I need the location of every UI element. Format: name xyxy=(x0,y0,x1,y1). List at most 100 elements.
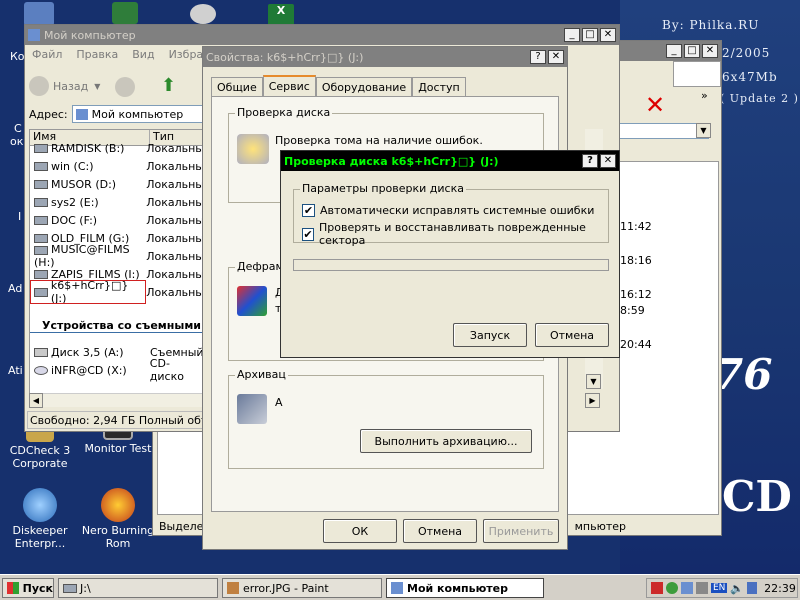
option-fix-errors[interactable]: ✔ Автоматически исправлять системные оши… xyxy=(302,204,594,217)
tray-network-icon[interactable] xyxy=(651,582,663,594)
task-paint[interactable]: error.JPG - Paint xyxy=(222,578,382,598)
close-button[interactable]: ✕ xyxy=(548,50,564,64)
desktop-fragment: С xyxy=(14,122,22,135)
desktop-icon-label: Nero Burning Rom xyxy=(81,524,155,550)
close-button[interactable]: ✕ xyxy=(600,154,616,168)
close-button[interactable]: ✕ xyxy=(702,44,718,58)
my-computer-titlebar[interactable]: Мой компьютер _ □ ✕ xyxy=(25,25,619,45)
desktop-icon-partial[interactable] xyxy=(190,4,216,24)
check-disk-titlebar[interactable]: Проверка диска k6$+hCrr}□} (J:) ? ✕ xyxy=(281,151,619,171)
delete-icon[interactable]: ✕ xyxy=(645,91,665,119)
drive-row[interactable]: MUSOR (D:) Локальны xyxy=(30,175,204,193)
cancel-button[interactable]: Отмена xyxy=(403,519,477,543)
address-field[interactable]: Мой компьютер xyxy=(71,105,204,123)
menu-edit[interactable]: Правка xyxy=(69,48,125,61)
hard-drive-icon xyxy=(34,198,48,207)
minimize-button[interactable]: _ xyxy=(564,28,580,42)
start-label: Пуск xyxy=(22,581,53,595)
hard-drive-icon xyxy=(34,234,48,243)
forward-button[interactable] xyxy=(115,77,135,97)
drive-row[interactable]: iNFR@CD (X:) CD-диско xyxy=(30,357,204,383)
start-button[interactable]: Запуск xyxy=(453,323,527,347)
language-indicator[interactable]: EN xyxy=(711,583,728,593)
menu-view[interactable]: Вид xyxy=(125,48,161,61)
checkbox-recover-sectors[interactable]: ✔ xyxy=(302,227,315,241)
checkbox-fix-errors[interactable]: ✔ xyxy=(302,204,315,217)
excel-icon[interactable]: X xyxy=(268,4,294,26)
backup-button[interactable]: Выполнить архивацию... xyxy=(360,429,532,453)
drive-type: CD-диско xyxy=(149,357,184,383)
task-my-computer[interactable]: Мой компьютер xyxy=(386,578,544,598)
group-header-removable: Устройства со съемными но xyxy=(30,301,204,333)
computer-icon xyxy=(28,29,40,41)
horizontal-scrollbar[interactable]: ◀ xyxy=(29,393,205,408)
close-button[interactable]: ✕ xyxy=(600,28,616,42)
properties-titlebar[interactable]: Свойства: k6$+hCrr}□} (J:) ? ✕ xyxy=(203,47,567,67)
drive-row[interactable]: win (C:) Локальны xyxy=(30,157,204,175)
tab-sharing[interactable]: Доступ xyxy=(412,77,466,97)
drive-row-selected[interactable]: k6$+hCrr}□} (J:) Локальны xyxy=(30,279,204,305)
file-time: 20:44 xyxy=(620,338,652,351)
window-title: Мой компьютер xyxy=(44,28,136,42)
cancel-button[interactable]: Отмена xyxy=(535,323,609,347)
option-recover-sectors[interactable]: ✔ Проверять и восстанавливать поврежденн… xyxy=(302,221,608,247)
volume-icon[interactable]: 🔈 xyxy=(730,582,744,595)
help-button[interactable]: ? xyxy=(582,154,598,168)
status-bar: Свободно: 2,94 ГБ Полный объем: xyxy=(27,411,203,429)
desktop-icon-partial[interactable] xyxy=(24,2,54,26)
tray-app-icon[interactable] xyxy=(681,582,693,594)
tray-app-icon[interactable] xyxy=(747,582,758,594)
chevron-down-icon[interactable]: ▼ xyxy=(696,123,711,138)
minimize-button[interactable]: _ xyxy=(666,44,682,58)
tab-service[interactable]: Сервис xyxy=(262,75,316,97)
file-time: 18:16 xyxy=(620,254,652,267)
start-button[interactable]: Пуск xyxy=(2,578,54,598)
wallpaper-numeral: 76 xyxy=(714,350,773,399)
toolbar-more-icon[interactable]: » xyxy=(701,89,708,102)
drive-row[interactable]: sys2 (E:) Локальны xyxy=(30,193,204,211)
task-drive-j[interactable]: J:\ xyxy=(58,578,218,598)
wallpaper-update: ( Update 2 ) xyxy=(720,92,799,105)
apply-button[interactable]: Применить xyxy=(483,519,559,543)
group-label: Архивац xyxy=(235,368,288,381)
desktop-fragment: ок xyxy=(10,135,24,148)
ok-button[interactable]: ОК xyxy=(323,519,397,543)
drive-row[interactable]: MUSIC@FILMS (H:) Локальны xyxy=(30,243,204,269)
help-button[interactable]: ? xyxy=(530,50,546,64)
scroll-down-button[interactable]: ▼ xyxy=(586,374,601,389)
drive-name: iNFR@CD (X:) xyxy=(51,363,127,377)
tab-general[interactable]: Общие xyxy=(211,77,263,97)
up-folder-icon[interactable]: ⬆ xyxy=(161,75,181,97)
task-label: Мой компьютер xyxy=(407,581,509,595)
scroll-left-button[interactable]: ◀ xyxy=(29,393,43,408)
tab-strip: Общие Сервис Оборудование Доступ xyxy=(211,75,466,97)
maximize-button[interactable]: □ xyxy=(684,44,700,58)
tray-app-icon[interactable] xyxy=(696,582,708,594)
desktop-icon-nero[interactable]: Nero Burning Rom xyxy=(80,488,156,550)
computer-icon xyxy=(75,108,88,120)
tab-hardware[interactable]: Оборудование xyxy=(315,77,413,97)
desktop-icon-diskeeper[interactable]: Diskeeper Enterpr... xyxy=(2,488,78,550)
desktop-icon-label: CDCheck 3 Corporate xyxy=(9,444,71,470)
scroll-right-button[interactable]: ▶ xyxy=(585,393,600,408)
drive-row[interactable]: RAMDISK (B:) Локальны xyxy=(30,139,204,157)
drive-name: MUSOR (D:) xyxy=(51,177,117,191)
maximize-button[interactable]: □ xyxy=(582,28,598,42)
tray-status-icon[interactable] xyxy=(666,582,678,594)
desktop-icon-partial[interactable] xyxy=(112,2,138,24)
hard-drive-icon xyxy=(63,583,77,593)
back-button[interactable]: Назад ▼ xyxy=(29,73,100,99)
back-arrow-icon xyxy=(29,76,49,96)
check-disk-dialog[interactable]: Проверка диска k6$+hCrr}□} (J:) ? ✕ Пара… xyxy=(280,150,620,358)
drive-name: DOC (F:) xyxy=(51,213,98,227)
menu-file[interactable]: Файл xyxy=(25,48,69,61)
drive-list[interactable]: Имя Тип RAMDISK (B:) Локальны win (C:) Лок… xyxy=(29,129,205,407)
drive-row[interactable]: DOC (F:) Локальны xyxy=(30,211,204,229)
drive-type: Локальны xyxy=(146,285,204,299)
address-bar: Адрес: Мой компьютер xyxy=(29,105,204,123)
clock[interactable]: 22:39 xyxy=(764,582,796,595)
progress-bar xyxy=(293,259,609,271)
chevron-down-icon[interactable]: ▼ xyxy=(94,82,100,91)
cd-drive-icon xyxy=(34,366,48,375)
windows-logo-icon xyxy=(673,61,721,87)
